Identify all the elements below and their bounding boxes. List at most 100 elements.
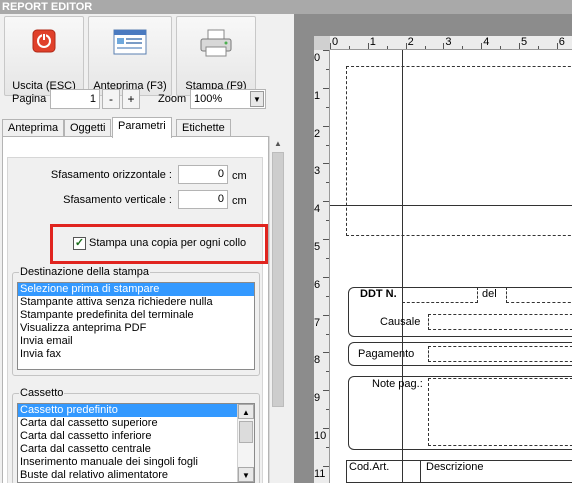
list-item[interactable]: Selezione prima di stampare xyxy=(18,283,254,296)
list-item[interactable]: Carta dal cassetto superiore xyxy=(18,417,254,430)
description-label: Descrizione xyxy=(426,461,484,473)
scroll-up-icon[interactable]: ▲ xyxy=(270,136,286,152)
tray-list-scrollbar[interactable]: ▲ ▼ xyxy=(237,404,254,482)
ruler-tick xyxy=(326,371,329,373)
ruler-number: 6 xyxy=(314,278,321,291)
scroll-up-icon[interactable]: ▲ xyxy=(238,404,254,419)
destination-group-title: Destinazione della stampa xyxy=(19,266,151,278)
list-item[interactable]: Carta dal cassetto centrale xyxy=(18,443,254,456)
scroll-thumb[interactable] xyxy=(239,421,253,443)
ruler-number: 4 xyxy=(483,36,490,48)
report-page: DDT N. del Causale Pagamento Note pag.: … xyxy=(330,50,572,483)
printer-icon xyxy=(199,29,233,60)
tab-oggetti[interactable]: Oggetti xyxy=(64,119,112,137)
ruler-tick xyxy=(330,43,331,49)
ruler-tick xyxy=(326,182,329,184)
list-item[interactable]: Inserimento manuale dei singoli fogli xyxy=(18,456,254,469)
page-number-input[interactable]: 1 xyxy=(50,89,100,109)
ruler-number: 3 xyxy=(445,36,452,48)
ruler-number: 0 xyxy=(314,52,321,64)
ruler-tick xyxy=(424,46,426,49)
causale-field[interactable] xyxy=(428,314,572,330)
ruler-tick xyxy=(326,220,329,222)
horizontal-ruler: 0 1 2 3 4 5 6 xyxy=(314,36,572,50)
payment-label: Pagamento xyxy=(358,348,415,360)
ruler-tick xyxy=(323,390,329,392)
chevron-down-icon[interactable]: ▼ xyxy=(250,91,264,107)
ruler-number: 5 xyxy=(521,36,528,48)
list-item[interactable]: Invia fax xyxy=(18,348,254,361)
page-label: Pagina xyxy=(12,93,47,105)
ruler-tick xyxy=(348,46,350,49)
offset-horizontal-unit: cm xyxy=(232,170,247,182)
offset-vertical-unit: cm xyxy=(232,195,247,207)
list-item[interactable]: Invia email xyxy=(18,335,254,348)
ruler-number: 0 xyxy=(332,36,339,48)
copy-per-package-checkbox[interactable]: ✓ xyxy=(73,237,86,250)
page-next-button[interactable]: + xyxy=(122,89,140,109)
offset-horizontal-label: Sfasamento orizzontale : xyxy=(50,169,172,181)
list-item[interactable]: Carta dal cassetto inferiore xyxy=(18,430,254,443)
parametri-panel: Sfasamento orizzontale : 0 cm Sfasamento… xyxy=(2,136,269,483)
left-panel: Uscita (ESC) Anteprima (F3) Stampa (F9) xyxy=(0,14,294,483)
causale-label: Causale xyxy=(380,316,421,328)
ruler-tick xyxy=(323,352,329,354)
ddt-number-field[interactable] xyxy=(402,287,478,303)
notes-label: Note pag.: xyxy=(372,378,423,390)
zoom-select[interactable]: 100% ▼ xyxy=(190,89,266,109)
tray-list[interactable]: Cassetto predefinito Carta dal cassetto … xyxy=(17,403,255,483)
notes-field[interactable] xyxy=(428,378,572,446)
tab-parametri[interactable]: Parametri xyxy=(112,117,172,138)
ruler-tick xyxy=(323,50,329,51)
list-item[interactable]: Buste dal relativo alimentatore xyxy=(18,469,254,482)
ruler-tick xyxy=(326,333,329,335)
payment-field[interactable] xyxy=(428,346,572,362)
tray-group: Cassetto Cassetto predefinito Carta dal … xyxy=(12,387,260,483)
ruler-tick xyxy=(326,295,329,297)
ruler-number: 3 xyxy=(314,165,321,178)
ruler-tick xyxy=(326,106,329,108)
pagination-row: Pagina 1 - + Zoom 100% ▼ xyxy=(0,89,294,111)
offset-vertical-input[interactable]: 0 xyxy=(178,190,228,209)
ddt-date-field[interactable] xyxy=(506,287,572,303)
print-button[interactable]: Stampa (F9) xyxy=(176,16,256,96)
scroll-down-icon[interactable]: ▼ xyxy=(238,467,254,482)
ruler-number: 2 xyxy=(407,36,414,48)
tab-etichette[interactable]: Etichette xyxy=(176,119,231,137)
ruler-number: 6 xyxy=(558,36,565,48)
tray-group-title: Cassetto xyxy=(19,387,65,399)
ruler-number: 1 xyxy=(314,89,321,102)
page-prev-button[interactable]: - xyxy=(102,89,120,109)
ruler-tick xyxy=(323,201,329,203)
ruler-number: 5 xyxy=(314,241,321,253)
list-item[interactable]: Stampante attiva senza richiedere nulla xyxy=(18,296,254,309)
table-divider xyxy=(420,460,421,483)
header-area[interactable] xyxy=(346,66,572,236)
ddt-label: DDT N. xyxy=(360,288,397,300)
panel-scrollbar[interactable]: ▲ xyxy=(269,136,286,483)
power-icon xyxy=(32,29,56,56)
highlight-box: ✓ Stampa una copia per ogni collo xyxy=(50,224,268,264)
ruler-number: 1 xyxy=(369,36,376,48)
ruler-tick xyxy=(519,43,520,49)
tab-anteprima[interactable]: Anteprima xyxy=(2,119,65,137)
list-item[interactable]: Visualizza anteprima PDF xyxy=(18,322,254,335)
ruler-tick xyxy=(405,43,407,49)
copy-per-package-label[interactable]: Stampa una copia per ogni collo xyxy=(89,237,246,249)
report-canvas[interactable]: 0 1 2 3 4 5 6 0 1 2 3 4 5 6 7 8 9 10 11 DDT N. del Causal… xyxy=(294,14,572,483)
destination-list[interactable]: Selezione prima di stampare Stampante at… xyxy=(17,282,255,370)
ruler-tick xyxy=(323,239,329,240)
offset-horizontal-input[interactable]: 0 xyxy=(178,165,228,184)
ruler-tick xyxy=(386,46,388,49)
scroll-thumb[interactable] xyxy=(272,152,284,407)
ruler-corner xyxy=(314,36,330,50)
exit-button[interactable]: Uscita (ESC) xyxy=(4,16,84,96)
ruler-tick xyxy=(481,43,483,49)
codart-label: Cod.Art. xyxy=(349,461,390,473)
destination-group: Destinazione della stampa Selezione prim… xyxy=(12,266,260,376)
preview-button[interactable]: Anteprima (F3) xyxy=(88,16,172,96)
ruler-tick xyxy=(323,125,329,127)
list-item[interactable]: Cassetto predefinito xyxy=(18,404,237,417)
list-item[interactable]: Stampante predefinita del terminale xyxy=(18,309,254,322)
ruler-tick xyxy=(556,43,558,49)
